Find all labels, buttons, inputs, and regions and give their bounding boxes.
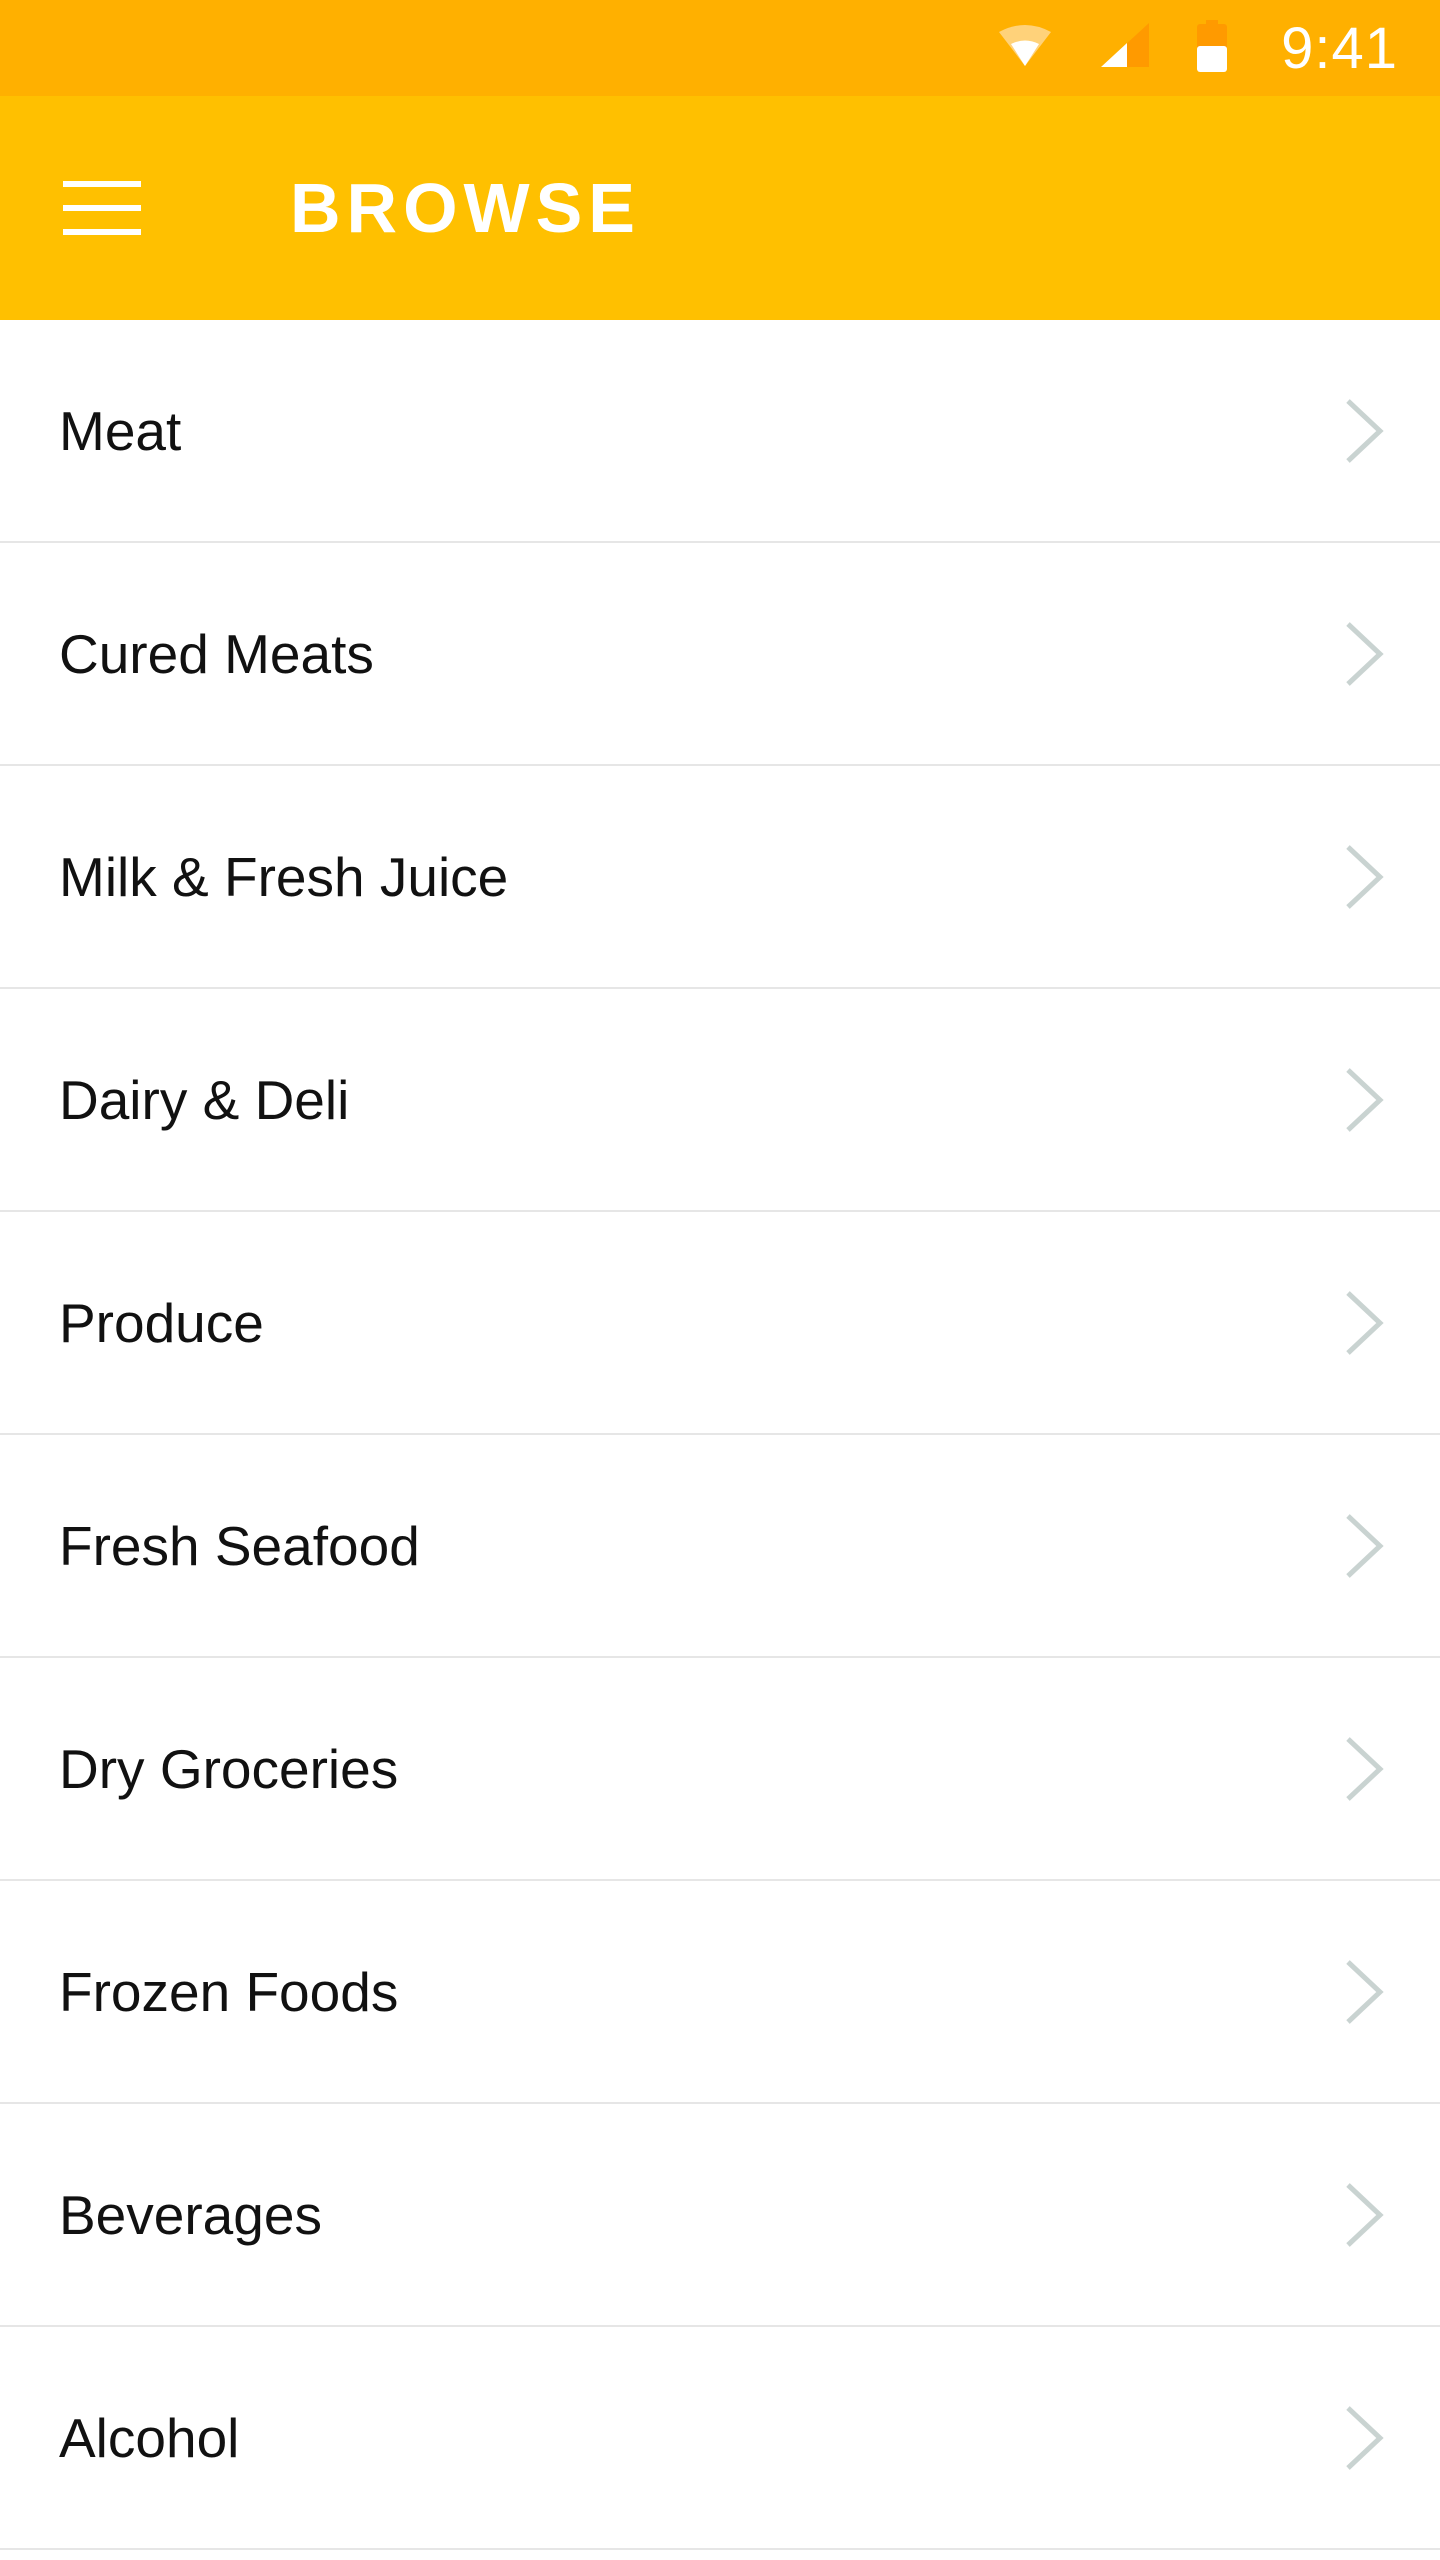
chevron-right-icon — [1346, 621, 1384, 686]
chevron-right-icon — [1346, 2405, 1384, 2470]
wifi-icon — [997, 24, 1053, 73]
status-bar: 9:41 — [0, 0, 1440, 96]
chevron-right-icon — [1346, 1513, 1384, 1578]
app-bar: BROWSE — [0, 96, 1440, 320]
chevron-right-icon — [1346, 1067, 1384, 1132]
chevron-right-icon — [1346, 398, 1384, 463]
page-title: BROWSE — [290, 169, 641, 247]
hamburger-menu-icon — [63, 180, 141, 240]
status-icons: 9:41 — [997, 0, 1440, 96]
chevron-right-icon — [1346, 1736, 1384, 1801]
chevron-right-icon — [1346, 844, 1384, 909]
list-item-milk-fresh-juice[interactable]: Milk & Fresh Juice — [0, 766, 1440, 989]
list-item-dry-groceries[interactable]: Dry Groceries — [0, 1658, 1440, 1881]
chevron-right-icon — [1346, 2182, 1384, 2247]
list-item-label: Alcohol — [59, 2406, 240, 2469]
menu-button[interactable] — [40, 148, 164, 272]
list-item-fresh-seafood[interactable]: Fresh Seafood — [0, 1435, 1440, 1658]
status-time: 9:41 — [1281, 15, 1398, 81]
list-item-dairy-deli[interactable]: Dairy & Deli — [0, 989, 1440, 1212]
chevron-right-icon — [1346, 1959, 1384, 2024]
list-item-label: Milk & Fresh Juice — [59, 845, 509, 908]
list-item-alcohol[interactable]: Alcohol — [0, 2327, 1440, 2550]
list-item-label: Beverages — [59, 2183, 322, 2246]
list-item-label: Produce — [59, 1291, 264, 1354]
category-list: Meat Cured Meats Milk & Fresh Juice Dair… — [0, 320, 1440, 2550]
list-item-label: Cured Meats — [59, 622, 374, 685]
list-item-label: Dry Groceries — [59, 1737, 399, 1800]
list-item-frozen-foods[interactable]: Frozen Foods — [0, 1881, 1440, 2104]
list-item-beverages[interactable]: Beverages — [0, 2104, 1440, 2327]
battery-icon — [1197, 19, 1228, 77]
list-item-produce[interactable]: Produce — [0, 1212, 1440, 1435]
list-item-label: Dairy & Deli — [59, 1068, 350, 1131]
list-item-cured-meats[interactable]: Cured Meats — [0, 543, 1440, 766]
list-item-label: Frozen Foods — [59, 1960, 399, 2023]
cellular-signal-icon — [1097, 21, 1153, 76]
chevron-right-icon — [1346, 1290, 1384, 1355]
list-item-label: Meat — [59, 399, 182, 462]
list-item-meat[interactable]: Meat — [0, 320, 1440, 543]
list-item-label: Fresh Seafood — [59, 1514, 420, 1577]
